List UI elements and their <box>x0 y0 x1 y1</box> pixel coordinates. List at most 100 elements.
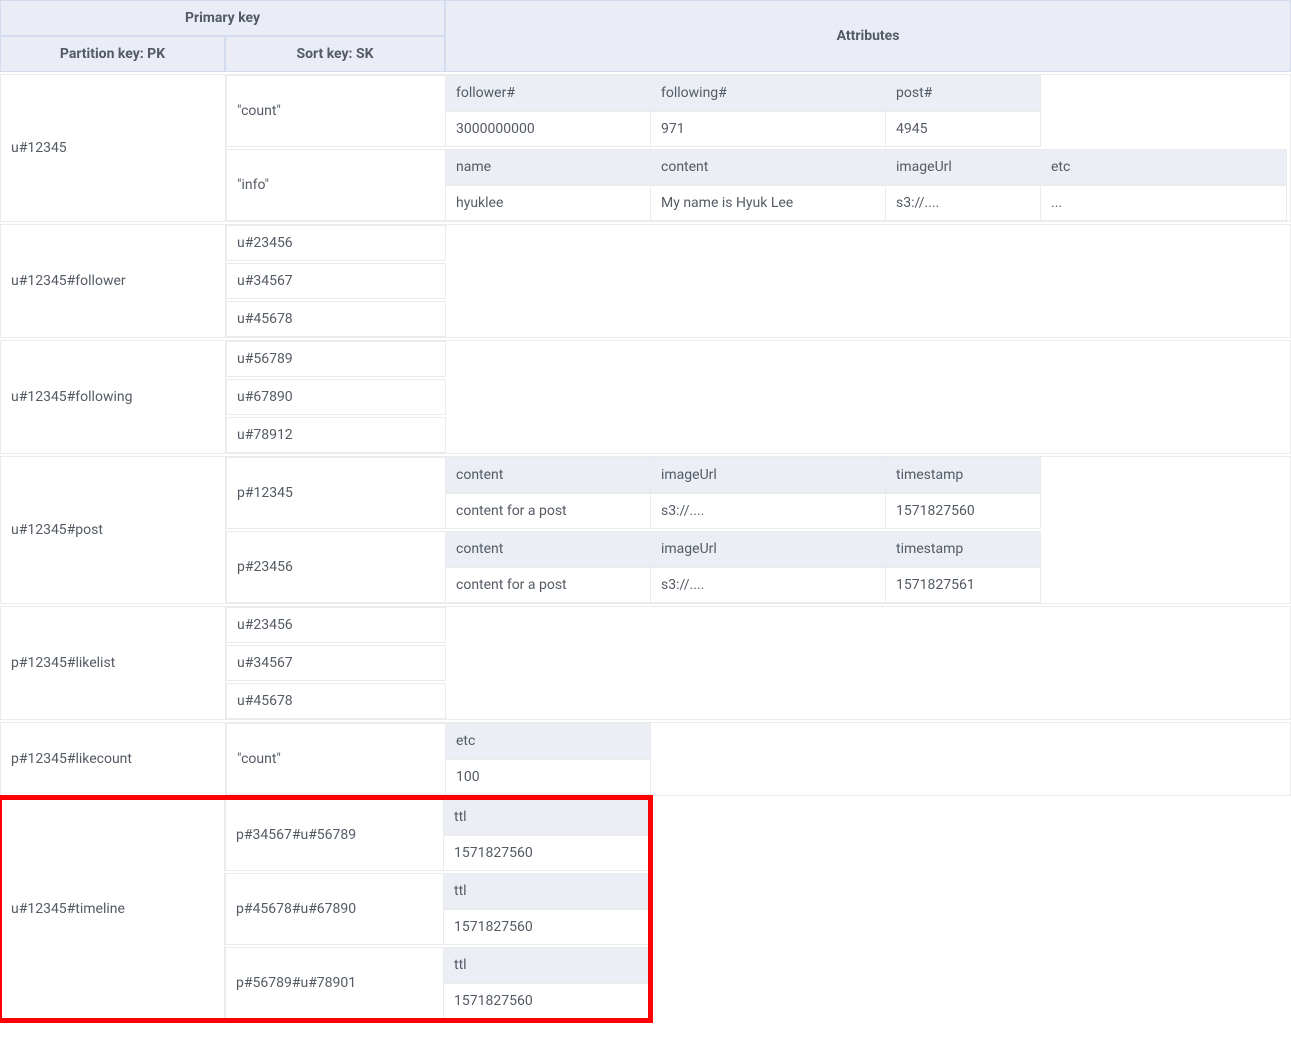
sort-key-cell: "count" <box>226 723 446 795</box>
attribute-header-cell: imageUrl <box>651 531 886 567</box>
attribute-header-cell: ttl <box>444 947 649 983</box>
partition-key-cell: u#12345#post <box>1 457 226 603</box>
attributes-stack: follower#following#post#3000000000971494… <box>446 75 1290 221</box>
attribute-header-cell: follower# <box>446 75 651 111</box>
sort-key-cell: p#12345 <box>226 457 446 529</box>
partition-key-cell: u#12345#following <box>1 341 226 453</box>
attribute-header-row: follower#following#post# <box>446 75 1290 111</box>
attribute-header-cell: timestamp <box>886 457 1041 493</box>
attribute-block: ttl1571827560 <box>444 799 649 871</box>
attribute-header-row: ttl <box>444 873 649 909</box>
partition-key-cell: u#12345 <box>1 75 226 221</box>
attribute-value-cell: ... <box>1041 185 1287 221</box>
sort-key-stack: p#12345p#23456 <box>226 457 446 603</box>
attribute-block <box>446 263 1290 299</box>
attribute-value-row: 1571827560 <box>444 983 649 1019</box>
header-row-top: Primary key Attributes <box>0 0 1291 36</box>
sort-key-cell: p#23456 <box>226 531 446 603</box>
sort-key-stack: u#23456u#34567u#45678 <box>226 607 446 719</box>
attribute-block <box>446 301 1290 337</box>
sort-key-cell: u#23456 <box>226 225 446 261</box>
sort-key-cell: u#67890 <box>226 379 446 415</box>
header-partition-key: Partition key: PK <box>0 36 225 72</box>
header-sort-key: Sort key: SK <box>225 36 445 72</box>
attribute-block: contentimageUrltimestampcontent for a po… <box>446 531 1290 603</box>
attributes-stack: contentimageUrltimestampcontent for a po… <box>446 457 1290 603</box>
attribute-header-cell: timestamp <box>886 531 1041 567</box>
attribute-value-row: content for a posts3://....1571827560 <box>446 493 1290 529</box>
attribute-value-cell: 4945 <box>886 111 1041 147</box>
attribute-value-cell: 971 <box>651 111 886 147</box>
attribute-block: follower#following#post#3000000000971494… <box>446 75 1290 147</box>
attribute-value-cell: s3://.... <box>651 567 886 603</box>
attribute-value-cell: 1571827560 <box>444 909 649 945</box>
attribute-header-row: namecontentimageUrletc <box>446 149 1290 185</box>
attribute-header-cell: ttl <box>444 873 649 909</box>
attribute-value-cell: 1571827560 <box>444 835 649 871</box>
attributes-stack <box>446 225 1290 337</box>
attribute-value-cell: 100 <box>446 759 651 795</box>
attribute-block <box>446 607 1290 643</box>
attribute-header-row: contentimageUrltimestamp <box>446 531 1290 567</box>
sort-key-cell: u#56789 <box>226 341 446 377</box>
partition-key-cell: p#12345#likecount <box>1 723 226 795</box>
sort-key-stack: p#34567#u#56789p#45678#u#67890p#56789#u#… <box>225 799 444 1019</box>
attribute-header-cell: imageUrl <box>651 457 886 493</box>
sort-key-cell: u#34567 <box>226 263 446 299</box>
attribute-header-cell: imageUrl <box>886 149 1041 185</box>
attribute-block: ttl1571827560 <box>444 947 649 1019</box>
attribute-header-cell: content <box>446 457 651 493</box>
attribute-block <box>446 417 1290 453</box>
attribute-block <box>446 683 1290 719</box>
partition-key-cell: u#12345#follower <box>1 225 226 337</box>
attribute-value-cell: My name is Hyuk Lee <box>651 185 886 221</box>
attribute-header-row: ttl <box>444 799 649 835</box>
header-primary-key: Primary key <box>0 0 445 36</box>
attribute-header-row: etc <box>446 723 1290 759</box>
attribute-value-cell: 3000000000 <box>446 111 651 147</box>
attribute-value-cell: content for a post <box>446 493 651 529</box>
table-body: u#12345"count""info"follower#following#p… <box>0 74 1291 1020</box>
sort-key-stack: "count" <box>226 723 446 795</box>
attribute-header-cell: post# <box>886 75 1041 111</box>
sort-key-cell: u#45678 <box>226 301 446 337</box>
attribute-header-cell: etc <box>1041 149 1287 185</box>
attribute-block <box>446 341 1290 377</box>
header-attributes: Attributes <box>445 0 1291 72</box>
attribute-value-cell: 1571827561 <box>886 567 1041 603</box>
sort-key-cell: p#45678#u#67890 <box>225 873 444 945</box>
sort-key-cell: u#45678 <box>226 683 446 719</box>
attribute-value-row: hyukleeMy name is Hyuk Lees3://....... <box>446 185 1290 221</box>
attribute-block: namecontentimageUrletchyukleeMy name is … <box>446 149 1290 221</box>
attribute-value-cell: s3://.... <box>886 185 1041 221</box>
attribute-header-row: contentimageUrltimestamp <box>446 457 1290 493</box>
sort-key-cell: u#34567 <box>226 645 446 681</box>
attributes-stack <box>446 341 1290 453</box>
attribute-header-cell: name <box>446 149 651 185</box>
dynamodb-table-diagram: Primary key Attributes Partition key: PK… <box>0 0 1291 1020</box>
entity-row: p#12345#likecount"count"etc100 <box>0 722 1291 796</box>
attribute-block: etc100 <box>446 723 1290 795</box>
entity-row: p#12345#likelistu#23456u#34567u#45678 <box>0 606 1291 720</box>
attribute-header-cell: etc <box>446 723 651 759</box>
sort-key-cell: p#34567#u#56789 <box>225 799 444 871</box>
entity-row: u#12345#postp#12345p#23456contentimageUr… <box>0 456 1291 604</box>
partition-key-cell: p#12345#likelist <box>1 607 226 719</box>
sort-key-stack: u#23456u#34567u#45678 <box>226 225 446 337</box>
sort-key-cell: p#56789#u#78901 <box>225 947 444 1019</box>
attribute-header-cell: ttl <box>444 799 649 835</box>
attribute-value-cell: 1571827560 <box>444 983 649 1019</box>
attributes-stack: etc100 <box>446 723 1290 795</box>
entity-row: u#12345#timelinep#34567#u#56789p#45678#u… <box>0 798 650 1020</box>
partition-key-cell: u#12345#timeline <box>1 799 225 1019</box>
attribute-block: ttl1571827560 <box>444 873 649 945</box>
sort-key-cell: "count" <box>226 75 446 147</box>
entity-row: u#12345#followeru#23456u#34567u#45678 <box>0 224 1291 338</box>
sort-key-cell: "info" <box>226 149 446 221</box>
attribute-value-row: 100 <box>446 759 1290 795</box>
sort-key-stack: "count""info" <box>226 75 446 221</box>
sort-key-cell: u#23456 <box>226 607 446 643</box>
attribute-value-row: content for a posts3://....1571827561 <box>446 567 1290 603</box>
attribute-value-cell: content for a post <box>446 567 651 603</box>
attributes-stack: ttl1571827560ttl1571827560ttl1571827560 <box>444 799 649 1019</box>
